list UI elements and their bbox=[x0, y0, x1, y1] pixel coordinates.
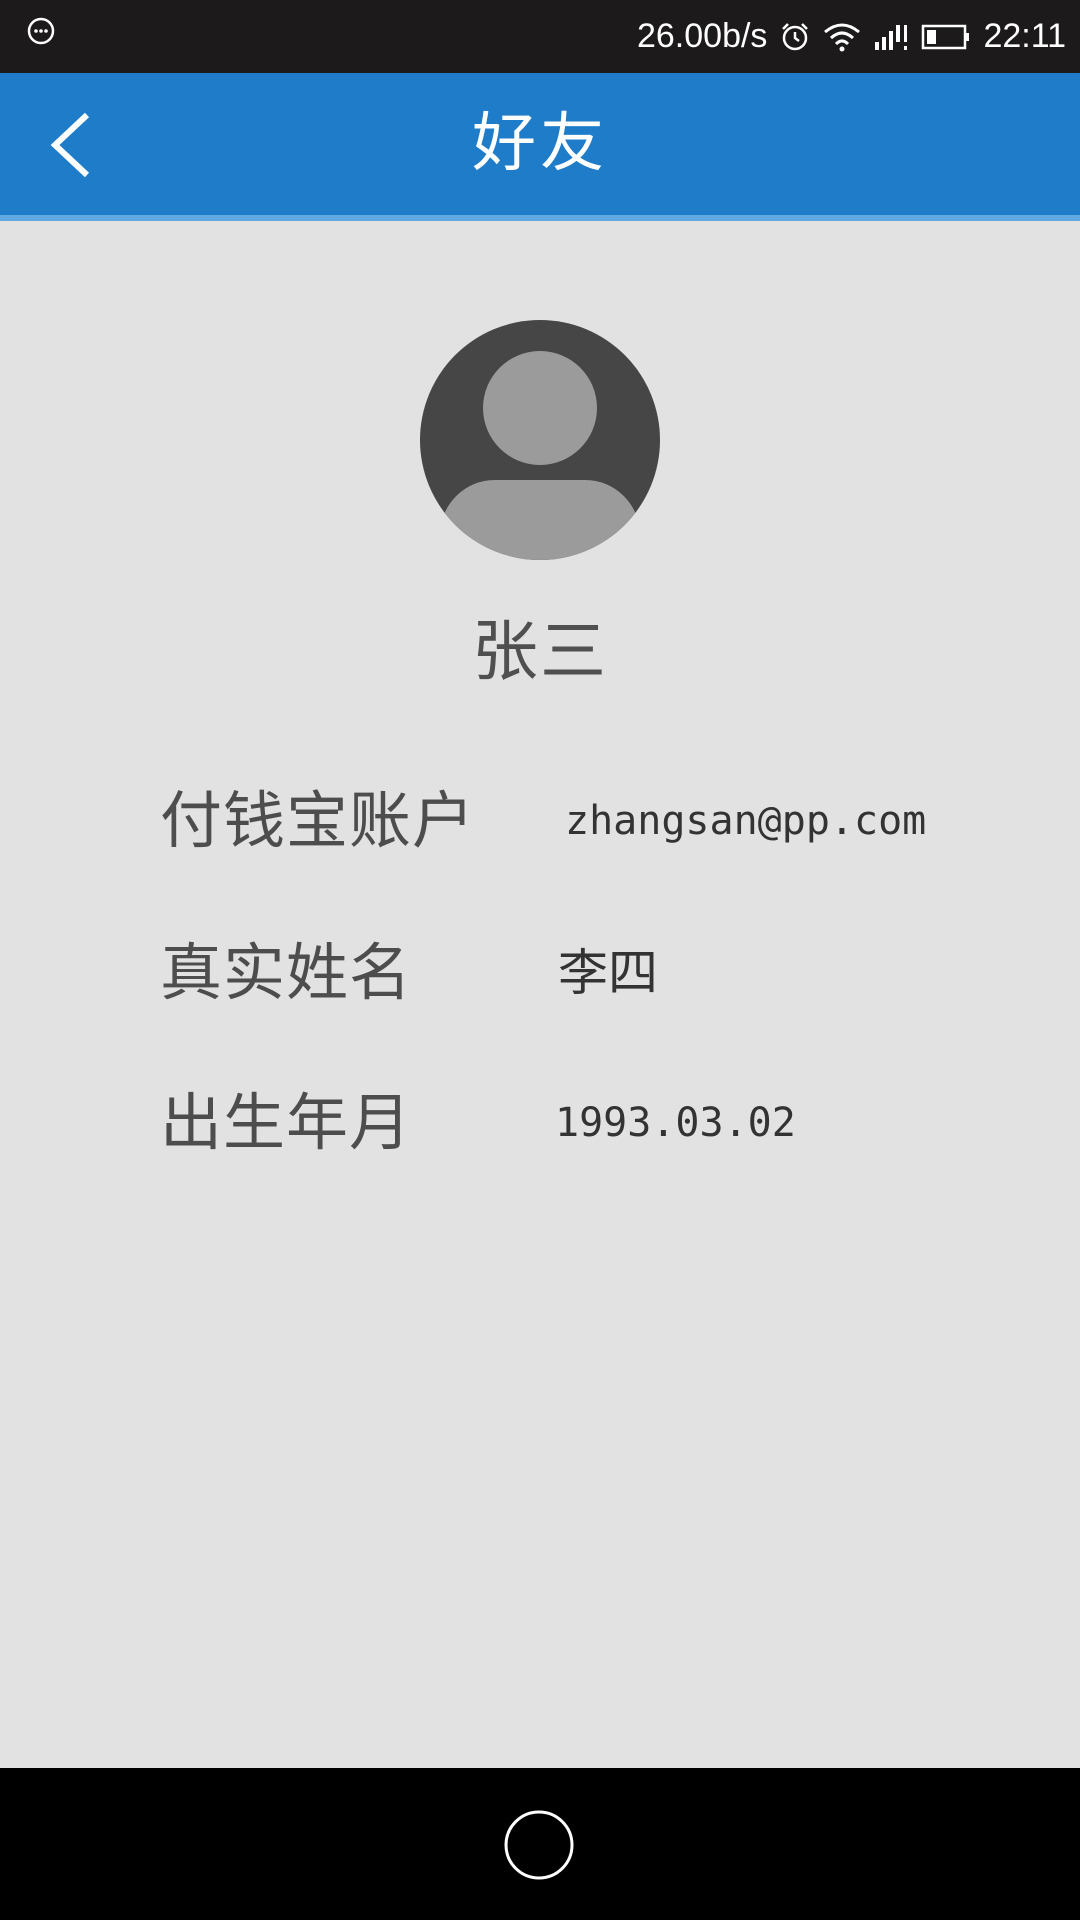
account-value: zhangsan@pp.com bbox=[565, 798, 927, 844]
default-avatar-icon bbox=[420, 320, 660, 560]
birth-date-label: 出生年月 bbox=[160, 1086, 413, 1159]
real-name-value: 李四 bbox=[558, 944, 658, 1002]
info-row-birth-date: 出生年月 1993.03.02 bbox=[160, 1078, 1020, 1168]
info-row-account: 付钱宝账户 zhangsan@pp.com bbox=[160, 776, 1020, 866]
info-row-real-name: 真实姓名 李四 bbox=[160, 928, 1020, 1018]
birth-date-value: 1993.03.02 bbox=[555, 1100, 796, 1146]
status-right-group: 26.00b/s 22:11 bbox=[637, 0, 1066, 73]
status-time: 22:11 bbox=[983, 17, 1066, 55]
battery-icon bbox=[922, 24, 970, 49]
message-icon bbox=[27, 17, 55, 45]
account-label: 付钱宝账户 bbox=[160, 784, 476, 857]
signal-icon bbox=[875, 24, 908, 50]
page-title: 好友 bbox=[472, 107, 608, 181]
alarm-icon bbox=[782, 22, 809, 50]
title-bar-divider bbox=[0, 215, 1080, 221]
wifi-icon bbox=[824, 23, 861, 51]
home-circle-icon[interactable] bbox=[503, 1809, 575, 1881]
profile-name: 张三 bbox=[472, 613, 608, 690]
status-bar: 26.00b/s 22:11 bbox=[0, 0, 1080, 73]
network-speed: 26.00b/s bbox=[636, 17, 768, 55]
real-name-label: 真实姓名 bbox=[160, 936, 413, 1009]
friend-detail-screen: 26.00b/s 22:11 好友 张三 付钱宝账户 zhangsan@pp.c… bbox=[0, 0, 1080, 1920]
